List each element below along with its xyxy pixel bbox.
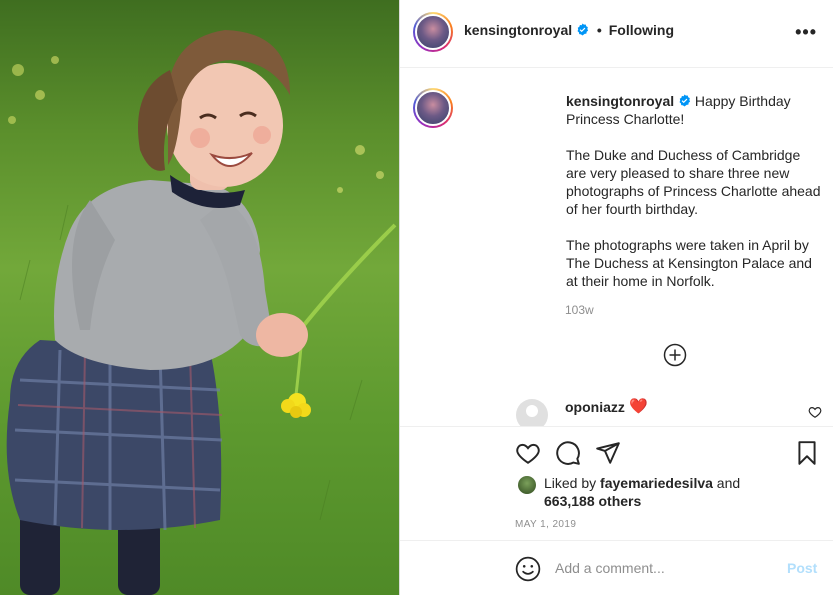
author-line: kensingtonroyal • Following xyxy=(464,22,674,38)
likes-connector: and xyxy=(716,475,741,491)
likes-others-count[interactable]: 663,188 others xyxy=(544,493,641,509)
comment-bubble-icon[interactable] xyxy=(555,440,581,466)
caption-author-avatar[interactable] xyxy=(413,88,453,128)
comment-item: oponiazz ❤️ xyxy=(400,396,833,426)
first-liker-username[interactable]: fayemariedesilva xyxy=(600,475,713,491)
like-heart-icon[interactable] xyxy=(515,440,541,466)
emoji-smiley-icon[interactable] xyxy=(515,556,541,582)
post-date[interactable]: MAY 1, 2019 xyxy=(515,519,576,530)
comment-username[interactable]: oponiazz xyxy=(565,399,625,415)
caption-username[interactable]: kensingtonroyal xyxy=(566,93,674,109)
likes-prefix: Liked by xyxy=(544,475,597,491)
verified-badge-icon xyxy=(679,94,691,107)
verified-badge-icon xyxy=(577,23,589,36)
commenter-avatar[interactable] xyxy=(516,399,548,426)
post-photo[interactable] xyxy=(0,0,400,595)
share-paper-plane-icon[interactable] xyxy=(595,440,621,466)
comment-text: ❤️ xyxy=(629,398,648,415)
more-options-icon[interactable]: ••• xyxy=(795,22,817,43)
post-details-panel: kensingtonroyal • Following ••• kensingt… xyxy=(400,0,833,595)
caption-paragraph-2: The Duke and Duchess of Cambridge are ve… xyxy=(566,147,821,217)
caption-text: kensingtonroyal Happy Birthday Princess … xyxy=(566,92,824,290)
caption-timestamp[interactable]: 103w xyxy=(565,303,594,317)
post-header: kensingtonroyal • Following ••• xyxy=(400,0,833,68)
caption-paragraph-3: The photographs were taken in April by T… xyxy=(566,237,812,289)
save-bookmark-icon[interactable] xyxy=(794,440,820,466)
liker-avatar[interactable] xyxy=(518,476,536,494)
add-comment-input[interactable] xyxy=(555,557,775,579)
header-separator: • xyxy=(596,22,602,38)
load-more-comments-icon[interactable] xyxy=(663,343,687,367)
photo-illustration xyxy=(6,30,397,595)
post-comment-button[interactable]: Post xyxy=(787,560,817,576)
author-avatar[interactable] xyxy=(413,12,453,52)
following-button[interactable]: Following xyxy=(609,22,674,38)
comment-like-heart-icon[interactable] xyxy=(808,405,822,419)
author-username[interactable]: kensingtonroyal xyxy=(464,22,572,38)
post-actions: Liked by fayemariedesilva and 663,188 ot… xyxy=(400,426,833,540)
add-comment-bar: Post xyxy=(400,540,833,595)
